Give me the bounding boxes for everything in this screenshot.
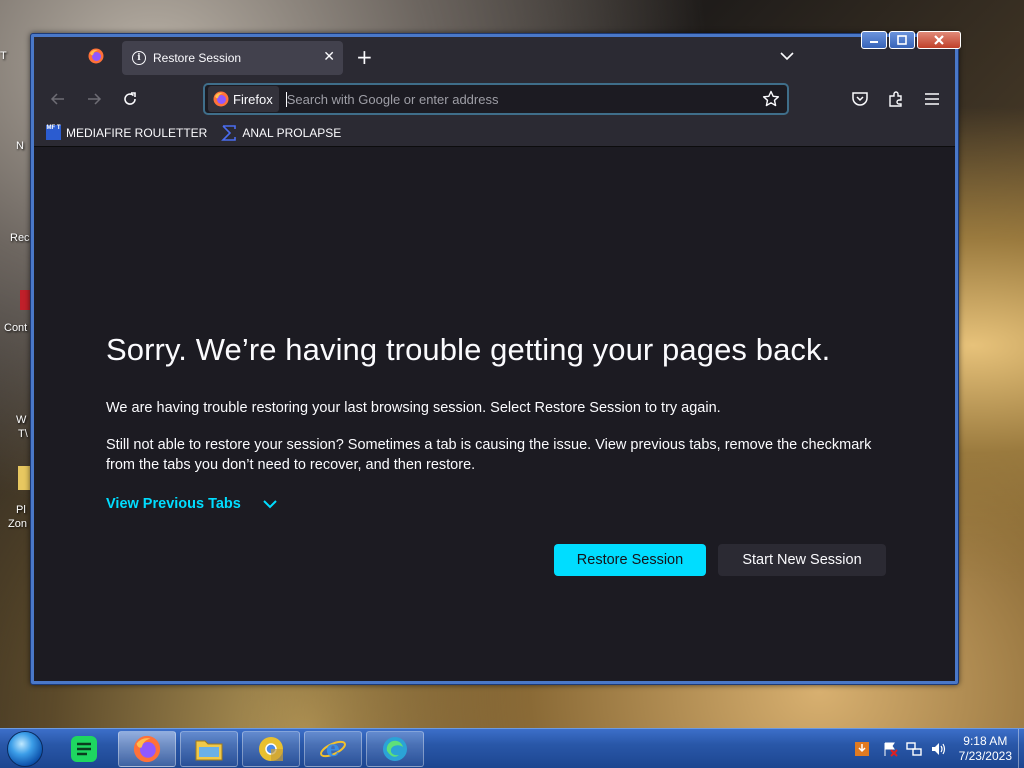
bookmark-label: ANAL PROLAPSE — [242, 125, 342, 140]
desktop-icon-label[interactable]: N — [16, 140, 24, 152]
bookmark-star-icon[interactable] — [762, 90, 780, 108]
back-button[interactable] — [48, 89, 68, 109]
mediafire-favicon-icon: MF T — [46, 125, 61, 140]
tab-restore-session[interactable]: i Restore Session ✕ — [122, 41, 343, 75]
maximize-button[interactable] — [889, 31, 915, 49]
forward-button[interactable] — [84, 89, 104, 109]
url-input[interactable] — [285, 91, 762, 107]
taskbar: e 9:18 AM 7/23/2023 — [0, 728, 1024, 768]
svg-text:e: e — [326, 736, 340, 762]
pocket-icon[interactable] — [851, 90, 869, 108]
minimize-button[interactable] — [861, 31, 887, 49]
page-content: Sorry. We’re having trouble getting your… — [34, 148, 955, 681]
desktop-icon-label[interactable]: Pl — [16, 504, 26, 516]
taskbar-app-edge[interactable] — [366, 731, 424, 767]
clock-date: 7/23/2023 — [958, 749, 1012, 763]
tab-close-icon[interactable]: ✕ — [323, 49, 335, 65]
maximize-icon — [897, 35, 907, 45]
info-icon: i — [132, 51, 146, 65]
firefox-logo-icon[interactable] — [88, 48, 104, 64]
clock[interactable]: 9:18 AM 7/23/2023 — [959, 734, 1012, 764]
taskbar-app-firefox[interactable] — [118, 731, 176, 767]
reload-icon — [124, 92, 136, 105]
bookmark-label: MEDIAFIRE ROULETTER — [66, 125, 208, 140]
show-desktop-button[interactable] — [1018, 729, 1024, 768]
desktop-icon-label[interactable]: W — [16, 414, 26, 426]
sigma-favicon-icon — [221, 124, 237, 141]
window-caption-buttons — [861, 31, 961, 49]
start-new-session-button[interactable]: Start New Session — [718, 544, 886, 576]
close-icon — [934, 35, 944, 45]
page-title: Sorry. We’re having trouble getting your… — [106, 332, 831, 367]
identity-box[interactable]: Firefox — [208, 86, 279, 112]
tab-title: Restore Session — [153, 51, 242, 65]
taskbar-app-spotify[interactable] — [56, 731, 112, 767]
close-window-button[interactable] — [917, 31, 961, 49]
chrome-icon — [259, 737, 283, 761]
clock-time: 9:18 AM — [963, 734, 1008, 748]
taskbar-app-ie[interactable]: e — [304, 731, 362, 767]
description-text: We are having trouble restoring your las… — [106, 400, 721, 416]
extensions-puzzle-icon[interactable] — [887, 90, 905, 108]
start-button[interactable] — [7, 731, 43, 767]
network-icon[interactable] — [906, 741, 922, 757]
edge-icon — [383, 737, 407, 761]
help-text: Still not able to restore your session? … — [106, 437, 872, 473]
tab-strip: i Restore Session ✕ + — [34, 37, 955, 79]
action-center-flag-icon[interactable] — [882, 741, 898, 757]
firefox-logo-icon — [133, 735, 161, 763]
identity-label: Firefox — [233, 91, 273, 107]
hamburger-menu-icon[interactable] — [923, 90, 941, 108]
arrow-left-icon — [50, 93, 64, 105]
folder-icon[interactable] — [18, 466, 30, 490]
taskbar-app-chrome[interactable] — [242, 731, 300, 767]
taskbar-app-explorer[interactable] — [180, 731, 238, 767]
bookmarks-toolbar: MF T MEDIAFIRE ROULETTER ANAL PROLAPSE — [34, 119, 955, 147]
chevron-down-icon — [263, 500, 277, 509]
internet-explorer-icon: e — [320, 736, 346, 762]
firefox-logo-icon — [213, 91, 229, 107]
desktop-icon-label[interactable]: Zon — [8, 518, 27, 530]
volume-icon[interactable] — [930, 741, 946, 757]
window-body: i Restore Session ✕ + Firefox Search wit… — [34, 37, 955, 681]
desktop-app-icon[interactable] — [20, 290, 30, 310]
bookmark-item[interactable]: MF T MEDIAFIRE ROULETTER — [46, 125, 207, 140]
desktop-icon-label[interactable]: Cont — [4, 322, 27, 334]
minimize-icon — [870, 41, 878, 43]
update-icon[interactable] — [854, 741, 870, 757]
notes-app-icon — [71, 736, 97, 762]
navigation-toolbar: Firefox — [34, 79, 955, 119]
folder-icon — [195, 740, 223, 761]
desktop-icon-label[interactable]: T — [0, 50, 7, 62]
restore-session-button[interactable]: Restore Session — [554, 544, 706, 576]
list-all-tabs-icon[interactable] — [780, 49, 794, 63]
desktop-icon-label[interactable]: T\ — [18, 428, 28, 440]
view-previous-tabs-label: View Previous Tabs — [106, 496, 241, 512]
view-previous-tabs-toggle[interactable]: View Previous Tabs — [106, 496, 277, 512]
desktop-icon-label[interactable]: Rec — [10, 232, 30, 244]
reload-button[interactable] — [120, 89, 140, 109]
bookmark-item[interactable]: ANAL PROLAPSE — [221, 124, 342, 141]
new-tab-button[interactable]: + — [356, 46, 373, 68]
firefox-window: i Restore Session ✕ + Firefox Search wit… — [30, 31, 961, 685]
address-bar[interactable]: Firefox — [203, 83, 789, 115]
arrow-right-icon — [88, 93, 102, 105]
